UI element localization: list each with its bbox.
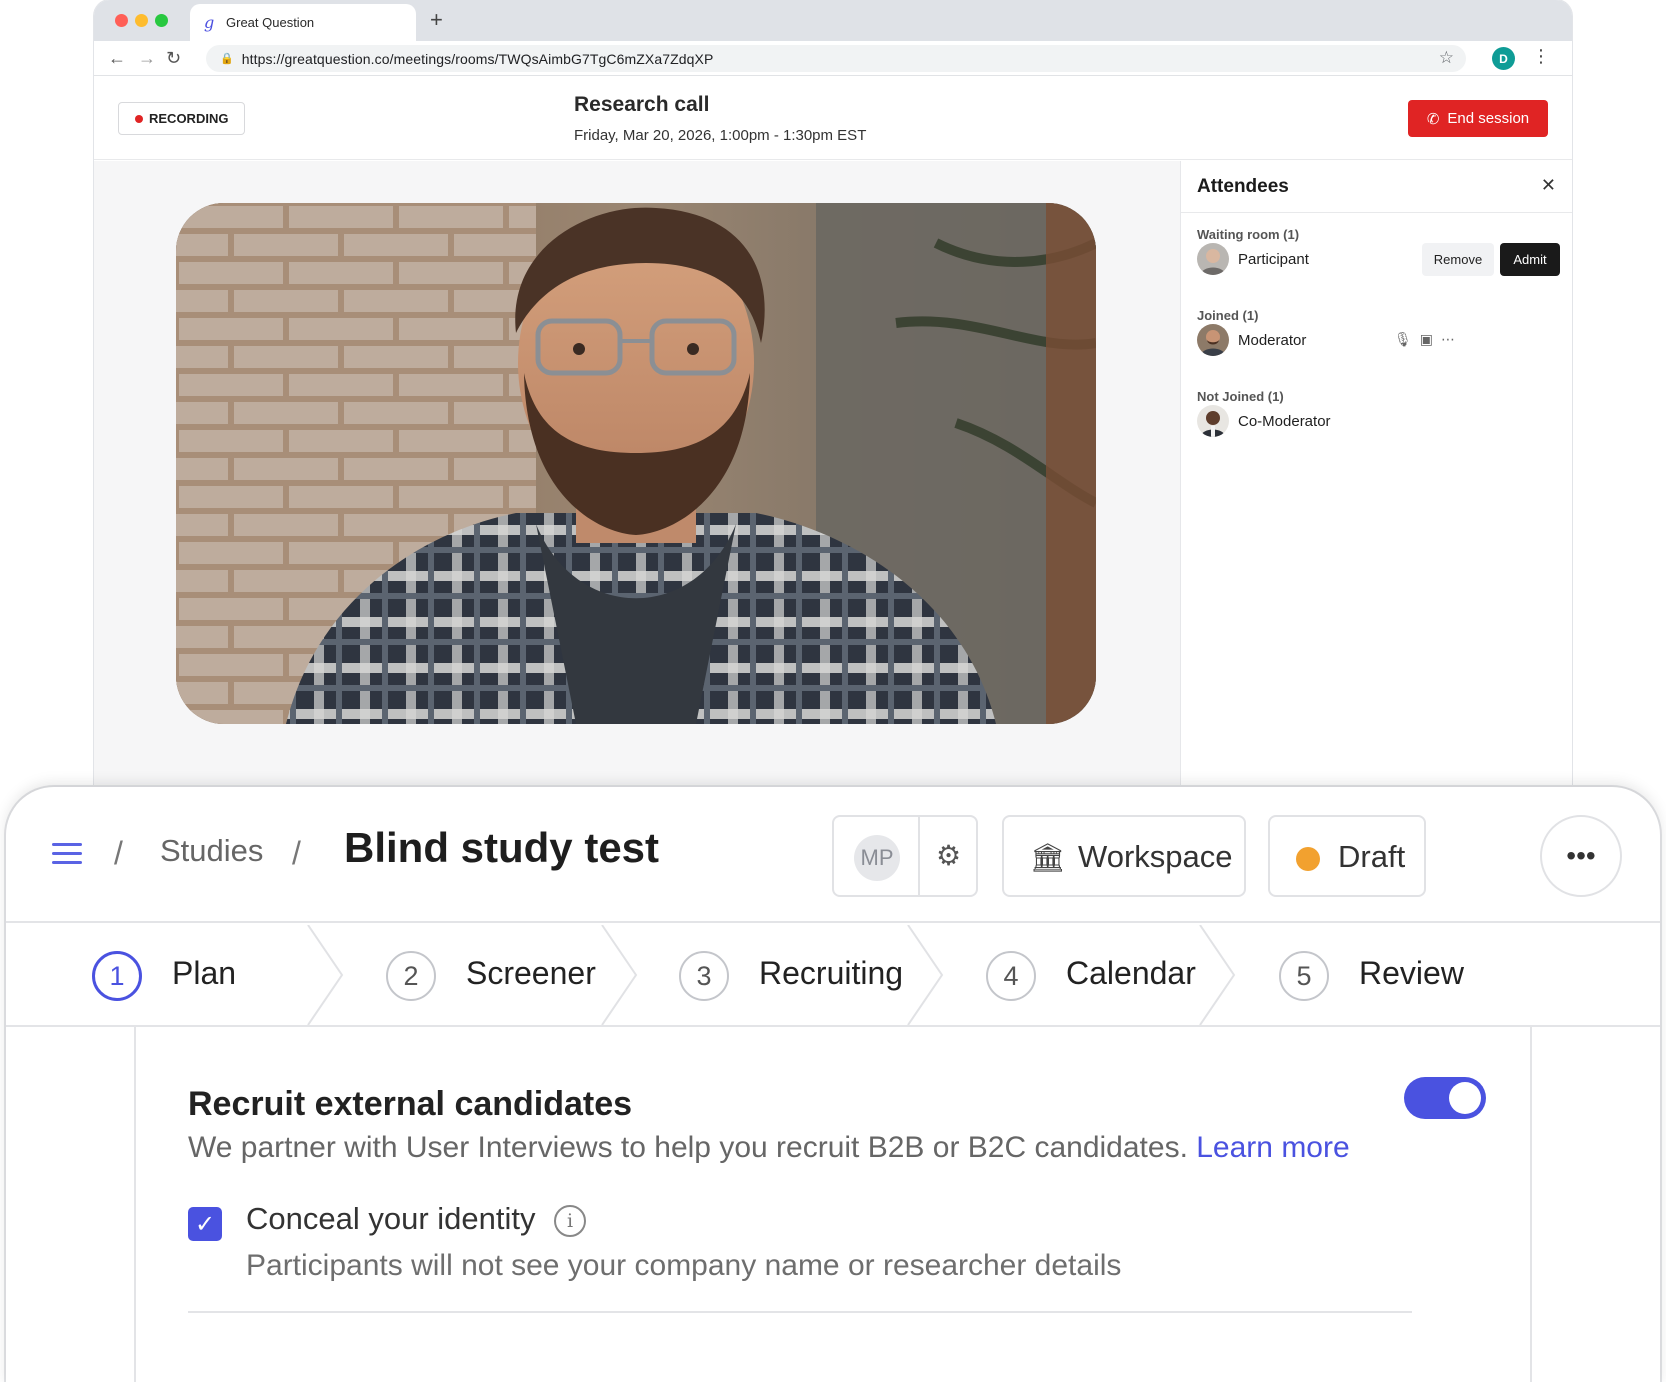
more-options-icon[interactable]: ⋯ [1441,331,1455,348]
recruit-external-toggle[interactable] [1404,1077,1486,1119]
status-label: Draft [1338,839,1406,874]
waiting-room-label: Waiting room (1) [1197,227,1300,242]
study-editor-card: / Studies / Blind study test MP ⚙ 🏛 Work… [6,787,1660,1382]
breadcrumb-studies[interactable]: Studies [160,833,263,869]
attendee-participant: Participant [1197,242,1309,276]
address-bar-row: ← → ↻ 🔒 https://greatquestion.co/meeting… [94,41,1572,76]
attendees-title: Attendees [1197,176,1289,197]
profile-avatar[interactable]: D [1492,47,1515,70]
conceal-identity-label: Conceal your identity [246,1201,536,1236]
attendees-header: Attendees ✕ [1181,161,1572,213]
recording-label: RECORDING [149,111,229,126]
more-actions-button[interactable]: ••• [1540,815,1622,897]
tab-title: Great Question [226,15,315,30]
participant-name: Participant [1238,250,1309,268]
close-icon[interactable]: ✕ [1541,175,1556,196]
browser-window: g Great Question + ← → ↻ 🔒 https://great… [94,0,1572,800]
workspace-label: Workspace [1078,839,1233,874]
participant-video [176,203,1096,724]
call-time: Friday, Mar 20, 2026, 1:00pm - 1:30pm ES… [574,127,867,144]
collaborators-box: MP ⚙ [832,815,978,897]
participant-video-image [176,203,1096,724]
breadcrumb-separator: / [114,835,123,871]
recruit-description: We partner with User Interviews to help … [188,1131,1350,1165]
recruit-description-text: We partner with User Interviews to help … [188,1131,1188,1164]
step-label: Screener [466,955,596,991]
moderator-controls: 🎙 ▣ ⋯ [1394,331,1455,348]
toggle-knob [1449,1082,1481,1114]
step-number: 5 [1279,951,1329,1001]
recording-dot-icon [135,114,143,123]
great-question-favicon-icon: g [204,13,215,32]
kebab-menu-icon[interactable]: ⋮ [1532,46,1550,67]
step-review[interactable]: 5 Review [1279,925,1579,1025]
step-label: Review [1359,955,1464,991]
info-icon[interactable]: i [554,1205,586,1237]
back-arrow-icon[interactable]: ← [108,47,126,69]
step-divider [907,925,944,1025]
study-header: / Studies / Blind study test MP ⚙ 🏛 Work… [6,787,1660,923]
learn-more-link[interactable]: Learn more [1196,1131,1349,1164]
conceal-identity-help: Participants will not see your company n… [246,1249,1122,1282]
call-title: Research call [574,93,710,116]
co-moderator-name: Co-Moderator [1238,412,1331,430]
recruit-section: Recruit external candidates We partner w… [134,1027,1532,1382]
person-settings-icon[interactable]: ⚙ [936,839,961,872]
section-divider [188,1311,1412,1313]
study-title: Blind study test [344,824,660,871]
url-text: https://greatquestion.co/meetings/rooms/… [241,50,714,67]
moderator-name: Moderator [1238,331,1307,349]
minimize-window-button[interactable] [135,14,148,27]
maximize-window-button[interactable] [155,14,168,27]
reload-icon[interactable]: ↻ [166,47,181,69]
browser-tab[interactable]: g Great Question [190,4,416,41]
status-dropdown[interactable]: Draft [1268,815,1426,897]
co-moderator-avatar [1197,405,1229,437]
collaborator-avatar[interactable]: MP [854,835,900,881]
lock-icon: 🔒 [220,53,234,65]
recruit-title: Recruit external candidates [188,1085,633,1123]
meeting-header: RECORDING Research call Friday, Mar 20, … [94,76,1572,160]
attendee-moderator: Moderator [1197,323,1306,357]
new-tab-button[interactable]: + [430,8,443,32]
star-icon[interactable]: ☆ [1439,48,1454,68]
step-number: 3 [679,951,729,1001]
url-input[interactable]: 🔒 https://greatquestion.co/meetings/room… [206,45,1466,72]
breadcrumb-separator: / [292,835,301,871]
recording-badge: RECORDING [118,102,246,135]
step-label: Plan [172,955,237,991]
participant-avatar [1197,243,1229,275]
step-number: 2 [386,951,436,1001]
moderator-avatar [1197,324,1229,356]
workspace-button[interactable]: 🏛 Workspace [1002,815,1246,897]
bank-icon: 🏛 [1030,842,1066,873]
attendee-co-moderator: Co-Moderator [1197,404,1331,438]
step-divider [1199,925,1236,1025]
forward-arrow-icon[interactable]: → [138,47,156,69]
step-label: Calendar [1066,955,1196,991]
close-window-button[interactable] [115,14,128,27]
joined-label: Joined (1) [1197,308,1259,323]
study-steps: 1 Plan 2 Screener 3 Recruiting 4 Calenda… [6,925,1660,1027]
phone-off-icon: ✆ [1426,110,1440,128]
end-session-button[interactable]: ✆ End session [1408,100,1548,137]
divider [918,817,920,895]
step-divider [307,925,344,1025]
admit-participant-button[interactable]: Admit [1500,243,1560,276]
step-number: 4 [986,951,1036,1001]
step-number: 1 [92,951,142,1001]
step-divider [601,925,638,1025]
video-stage [94,161,1180,800]
remove-participant-button[interactable]: Remove [1422,243,1494,276]
hamburger-menu-icon[interactable] [52,843,82,865]
microphone-icon[interactable]: 🎙 [1394,331,1412,348]
camera-icon[interactable]: ▣ [1420,331,1433,348]
step-label: Recruiting [759,955,904,991]
end-session-label: End session [1447,110,1530,127]
draft-status-dot [1296,847,1320,871]
tab-strip: g Great Question + [94,0,1572,41]
conceal-identity-checkbox[interactable]: ✓ [188,1207,222,1241]
not-joined-label: Not Joined (1) [1197,389,1284,404]
